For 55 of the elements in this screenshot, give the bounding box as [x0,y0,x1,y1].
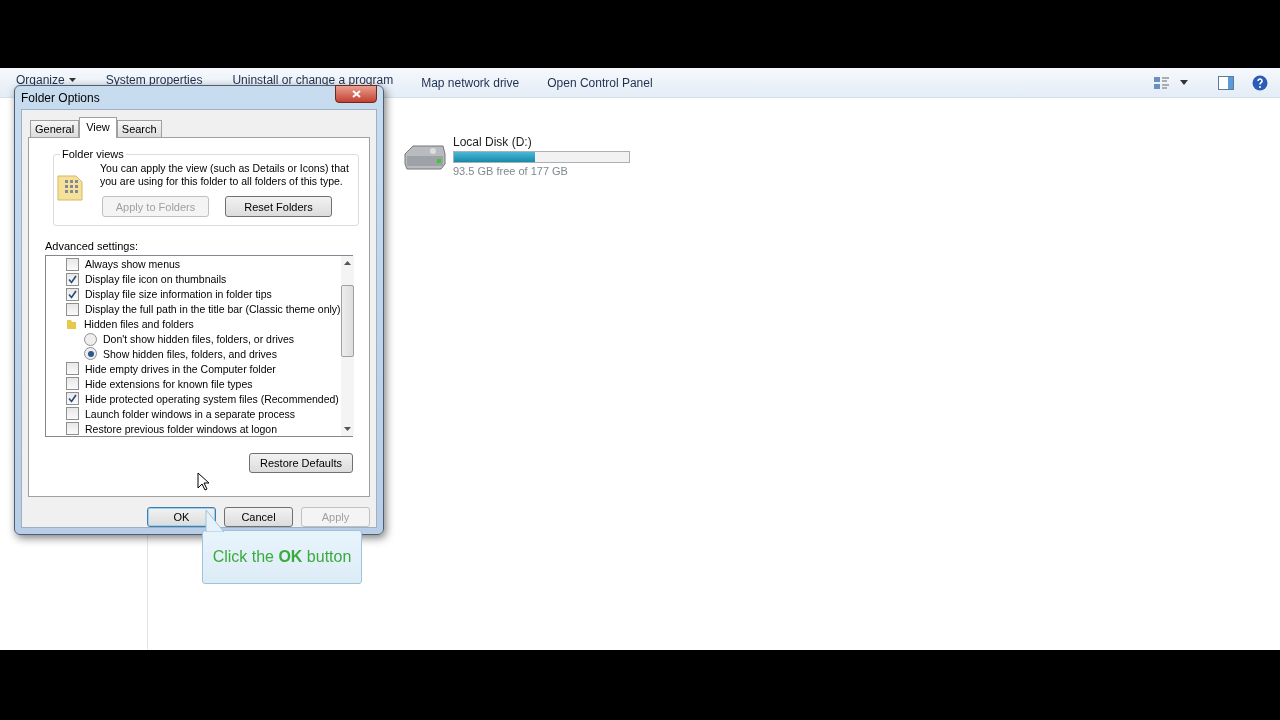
hard-drive-icon [403,142,447,170]
radio-button[interactable] [84,332,97,346]
mouse-pointer-icon [197,472,209,491]
close-button[interactable] [335,84,377,103]
scroll-down-arrow-icon[interactable] [343,427,351,431]
setting-label[interactable]: Display file size information in folder tips [85,288,272,301]
setting-label[interactable]: Launch folder windows in a separate process [85,407,296,420]
folder-icon [56,172,86,202]
setting-label[interactable]: Hide empty drives in the Computer folder [85,362,276,375]
setting-label[interactable]: Hide protected operating system files (Recommended) [85,392,339,405]
tab[interactable]: Search [116,120,162,137]
tab[interactable]: View [79,117,117,138]
caret-icon [68,77,76,82]
description-text: You can apply the view (such as Details or Icons) that you are using for this folder to all folders of this type. [100,162,350,188]
checkbox[interactable] [66,422,79,436]
toolbar-button[interactable]: Map network drive [421,75,520,90]
setting-label[interactable]: Hide extensions for known file types [85,377,253,390]
checkbox[interactable] [66,377,79,391]
radio-button[interactable] [84,347,97,361]
restore-defaults-button[interactable]: Restore Defaults [249,453,353,473]
preview-pane-icon[interactable] [1218,75,1234,90]
checkbox[interactable] [66,287,79,301]
setting-label[interactable]: Restore previous folder windows at logon [85,422,278,435]
view-options-icon[interactable] [1154,75,1170,90]
checkbox[interactable] [66,362,79,376]
checkbox[interactable] [66,272,79,286]
drive-name[interactable]: Local Disk (D:) [453,135,630,149]
toolbar-button[interactable]: System properties [105,72,203,87]
dialog-button[interactable]: OK [147,507,216,527]
close-icon [351,89,361,98]
checkbox[interactable] [66,302,79,316]
toolbar-button[interactable]: Open Control Panel [547,75,653,90]
setting-label[interactable]: Display the full path in the title bar (Classic theme only) [85,303,341,316]
window-title: Folder Options [21,90,100,105]
setting-label[interactable]: Don't show hidden files, folders, or drives [103,333,295,346]
instruction-text: Click the OK button [212,548,352,566]
setting-label[interactable]: Show hidden files, folders, and drives [103,348,277,360]
push-button[interactable]: Reset Folders [225,196,332,217]
folder-icon [66,318,77,330]
setting-label[interactable]: Always show menus [85,258,181,271]
toolbar-button[interactable]: Organize [16,72,76,87]
setting-label[interactable]: Display file icon on thumbnails [85,273,227,286]
tab[interactable]: General [30,120,80,137]
group-title: Folder views [61,148,125,160]
free-space-text: 93.5 GB free of 177 GB [453,165,569,177]
section-label: Advanced settings: [45,240,139,252]
group-label: Hidden files and folders [84,318,194,331]
checkbox[interactable] [66,392,79,406]
scroll-up-arrow-icon[interactable] [343,261,351,265]
caret-icon[interactable] [1180,80,1188,85]
checkbox[interactable] [66,407,79,421]
checkbox[interactable] [66,257,79,271]
scrollbar[interactable] [340,256,354,436]
dialog-button[interactable]: Cancel [224,507,293,527]
help-icon[interactable] [1252,74,1268,91]
